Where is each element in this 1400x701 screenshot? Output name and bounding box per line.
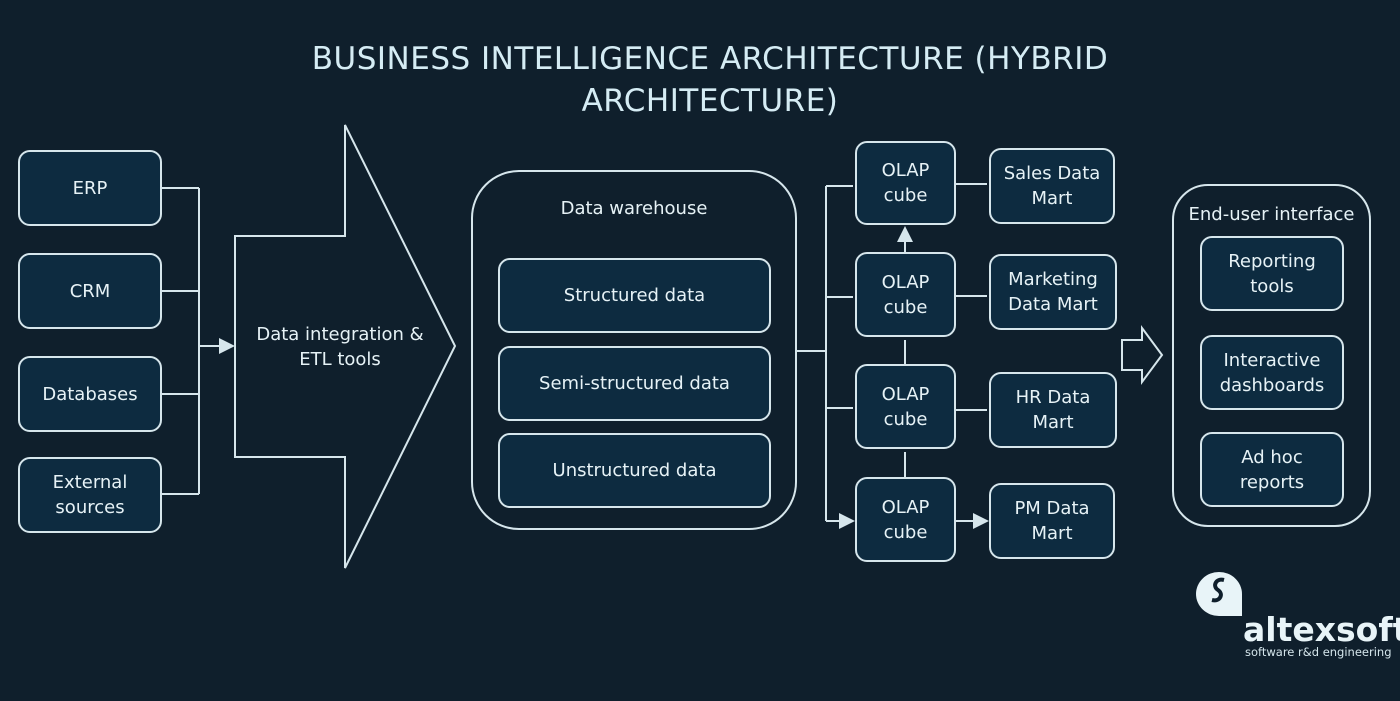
logo-name: altexsoft [1243,610,1400,649]
logo-tagline: software r&d engineering [1245,645,1392,659]
altexsoft-logo-icon [1196,572,1242,616]
